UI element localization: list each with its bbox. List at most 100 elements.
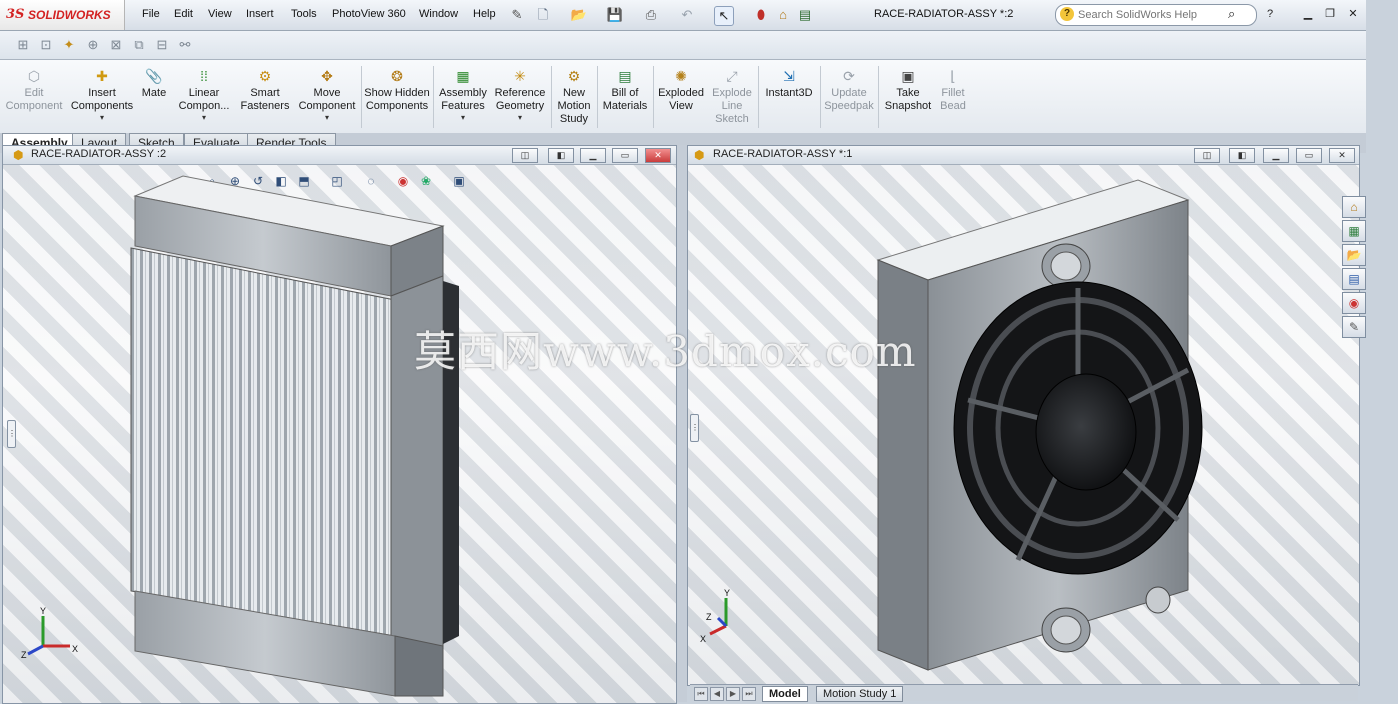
linear-component-pattern-button[interactable]: ⁞⁞ Linear Compon... ▾: [174, 62, 234, 132]
assembly-features-button[interactable]: ▦ Assembly Features ▾: [436, 62, 490, 132]
viewport-minimize-icon[interactable]: ▁: [580, 148, 606, 163]
left-panel-expand-handle[interactable]: ⋮: [7, 420, 16, 448]
exploded-view-button[interactable]: ✺ Exploded View: [656, 62, 706, 132]
insert-components-button[interactable]: ✚ Insert Components ▾: [70, 62, 134, 132]
instant3d-button[interactable]: ⇲ Instant3D: [761, 62, 817, 132]
tile-horizontal-icon[interactable]: ◫: [1194, 148, 1220, 163]
search-icon[interactable]: ⌕: [1228, 6, 1235, 22]
menu-edit[interactable]: Edit: [174, 8, 193, 20]
left-viewport[interactable]: ⬢ RACE-RADIATOR-ASSY :2 ◫ ◧ ▁ ▭ ✕ ⌕ ⊕ ↺ …: [2, 145, 677, 704]
next-tab-arrow-icon[interactable]: ▶: [726, 687, 740, 701]
tile-vertical-icon[interactable]: ◧: [548, 148, 574, 163]
menu-insert[interactable]: Insert: [246, 8, 274, 20]
undo-icon[interactable]: ↶: [678, 6, 696, 24]
toolbar-tool-1-icon[interactable]: ⊞: [14, 36, 32, 54]
upper-hose-fitting-bore: [1050, 251, 1082, 281]
toolbar-tool-3-icon[interactable]: ✦: [60, 36, 78, 54]
open-folder-icon[interactable]: 📂: [570, 6, 588, 24]
show-hidden-icon: ❂: [391, 68, 403, 84]
view-palette-icon[interactable]: ▤: [1342, 268, 1366, 290]
cmd-label: Linear Compon...: [178, 87, 230, 112]
toolbar-tool-6-icon[interactable]: ⧉: [130, 36, 148, 54]
viewport-restore-icon[interactable]: ▭: [1296, 148, 1322, 163]
radiator-core: [130, 247, 396, 637]
ds-logo-icon: 3S: [6, 7, 25, 22]
move-component-button[interactable]: ✥ Move Component ▾: [296, 62, 358, 132]
edit-component-button[interactable]: ⬡ Edit Component: [3, 62, 65, 132]
viewport-close-icon[interactable]: ✕: [645, 148, 671, 163]
viewport-restore-icon[interactable]: ▭: [612, 148, 638, 163]
separator: [597, 66, 598, 128]
close-window-icon[interactable]: ✕: [1345, 6, 1361, 22]
tab-motion-study-1[interactable]: Motion Study 1: [816, 686, 904, 702]
toolbar-tool-8-icon[interactable]: ⚯: [176, 36, 194, 54]
cmd-label: Show Hidden Components: [364, 87, 430, 112]
menu-tools[interactable]: Tools: [291, 8, 317, 20]
solidworks-resources-icon[interactable]: ⌂: [1342, 196, 1366, 218]
viewport-splitter[interactable]: [677, 145, 687, 702]
appearances-scenes-icon[interactable]: ◉: [1342, 292, 1366, 314]
menu-window[interactable]: Window: [419, 8, 458, 20]
right-viewport[interactable]: ⬢ RACE-RADIATOR-ASSY *:1 ◫ ◧ ▁ ▭ ✕ Y X Z: [687, 145, 1360, 686]
select-cursor-icon[interactable]: ↖: [714, 6, 734, 26]
toolbar-tool-2-icon[interactable]: ⊡: [37, 36, 55, 54]
design-library-icon[interactable]: ▦: [1342, 220, 1366, 242]
take-snapshot-button[interactable]: ▣ Take Snapshot: [881, 62, 935, 132]
options-icon[interactable]: ▤: [796, 6, 814, 24]
chevron-down-icon[interactable]: ▾: [436, 113, 490, 123]
pin-icon[interactable]: ✎: [508, 6, 526, 24]
triad-x-label: X: [72, 644, 78, 654]
first-tab-arrow-icon[interactable]: ⏮: [694, 687, 708, 701]
save-icon[interactable]: 💾: [606, 6, 624, 24]
new-document-icon[interactable]: 🗋: [534, 6, 552, 24]
toolbar-tool-5-icon[interactable]: ⊠: [107, 36, 125, 54]
reference-geometry-icon: ✳: [514, 68, 526, 84]
explode-line-sketch-button[interactable]: ⤢ Explode Line Sketch: [709, 62, 755, 132]
menu-photoview[interactable]: PhotoView 360: [332, 8, 406, 20]
tab-model[interactable]: Model: [762, 686, 808, 702]
chevron-down-icon[interactable]: ▾: [296, 113, 358, 123]
menu-file[interactable]: File: [142, 8, 160, 20]
tile-vertical-icon[interactable]: ◧: [1229, 148, 1255, 163]
bottom-tank-side: [394, 635, 444, 697]
toolbar-tool-4-icon[interactable]: ⊕: [84, 36, 102, 54]
last-tab-arrow-icon[interactable]: ⏭: [742, 687, 756, 701]
file-explorer-icon[interactable]: 📂: [1342, 244, 1366, 266]
smart-fasteners-icon: ⚙: [258, 68, 272, 84]
prev-tab-arrow-icon[interactable]: ◀: [710, 687, 724, 701]
custom-properties-icon[interactable]: ✎: [1342, 316, 1366, 338]
reference-geometry-button[interactable]: ✳ Reference Geometry ▾: [492, 62, 548, 132]
assembly-features-icon: ▦: [456, 68, 470, 84]
chevron-down-icon[interactable]: ▾: [174, 113, 234, 123]
chevron-down-icon[interactable]: ▾: [70, 113, 134, 123]
command-manager: ⬡ Edit Component ✚ Insert Components ▾ 📎…: [0, 60, 1366, 178]
tile-horizontal-icon[interactable]: ◫: [512, 148, 538, 163]
toolbar-tool-7-icon[interactable]: ⊟: [153, 36, 171, 54]
show-hidden-components-button[interactable]: ❂ Show Hidden Components: [364, 62, 430, 132]
file-properties-icon[interactable]: ⌂: [774, 6, 792, 24]
fillet-bead-button[interactable]: ⌊ Fillet Bead: [937, 62, 969, 132]
search-help-box[interactable]: ? ⌕: [1055, 4, 1257, 26]
viewport-minimize-icon[interactable]: ▁: [1263, 148, 1289, 163]
right-panel-expand-handle[interactable]: ⋮: [690, 414, 699, 442]
bill-of-materials-button[interactable]: ▤ Bill of Materials: [600, 62, 650, 132]
update-speedpak-button[interactable]: ⟳ Update Speedpak: [823, 62, 875, 132]
rebuild-traffic-light-icon[interactable]: ⬮: [752, 6, 770, 24]
menu-view[interactable]: View: [208, 8, 232, 20]
search-input[interactable]: [1078, 7, 1228, 22]
help-question-icon[interactable]: ?: [1262, 6, 1278, 22]
cmd-label: Update Speedpak: [824, 87, 874, 112]
new-motion-study-button[interactable]: ⚙ New Motion Study: [554, 62, 594, 132]
separator: [433, 66, 434, 128]
bill-of-materials-icon: ▤: [618, 68, 632, 84]
viewport-close-icon[interactable]: ✕: [1329, 148, 1355, 163]
solidworks-logo[interactable]: 3S SOLIDWORKS: [0, 0, 125, 30]
chevron-down-icon[interactable]: ▾: [492, 113, 548, 123]
print-icon[interactable]: ⎙: [642, 6, 660, 24]
mate-button[interactable]: 📎 Mate: [138, 62, 170, 132]
smart-fasteners-button[interactable]: ⚙ Smart Fasteners: [237, 62, 293, 132]
restore-window-icon[interactable]: ❐: [1322, 6, 1338, 22]
minimize-window-icon[interactable]: ▁: [1300, 6, 1316, 22]
separator: [820, 66, 821, 128]
menu-help[interactable]: Help: [473, 8, 496, 20]
